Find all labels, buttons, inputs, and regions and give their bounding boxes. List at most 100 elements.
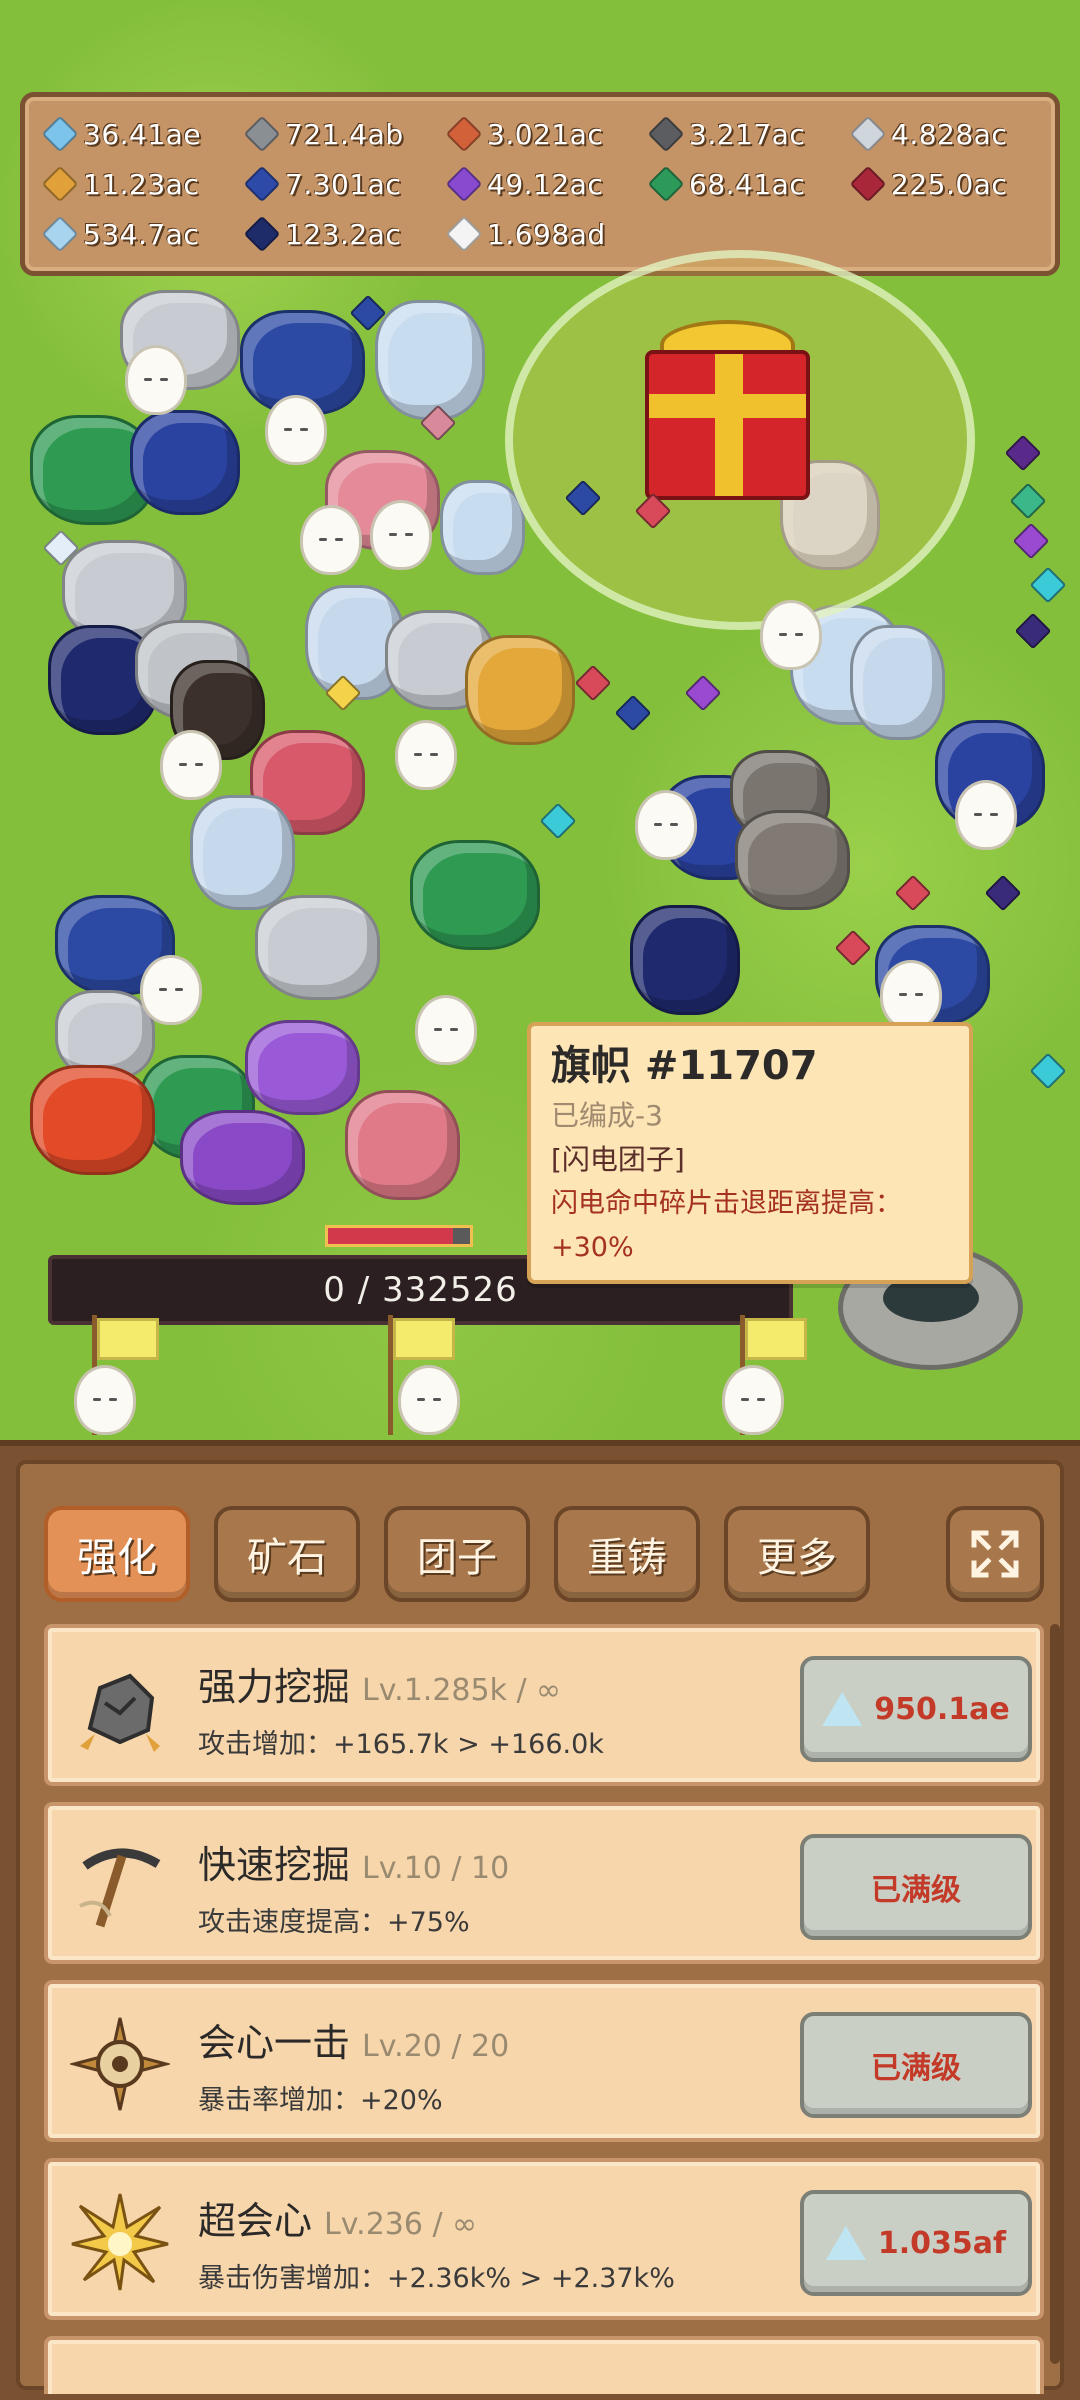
dango-character[interactable] <box>140 955 202 1025</box>
dango-character[interactable] <box>74 1365 136 1435</box>
upgrade-title: 快速挖掘 Lv.10 / 10 <box>198 1834 509 1889</box>
dark-ingot-icon <box>647 115 685 153</box>
tooltip-desc-line2: +30% <box>551 1232 634 1263</box>
upgrade-buy-button[interactable]: 950.1ae <box>800 1656 1032 1762</box>
gold-ore[interactable] <box>465 635 575 745</box>
diamond-ore[interactable] <box>375 300 485 420</box>
resource-amount: 3.021ac <box>487 117 604 151</box>
tooltip-subtitle: 已编成-3 <box>551 1099 663 1132</box>
ore-health-bar <box>325 1225 473 1247</box>
amethyst-ingot-icon <box>445 165 483 203</box>
game-field[interactable]: 36.41ae 721.4ab 3.021ac 3.217ac 4.828ac 11.23… <box>0 0 1080 1440</box>
expand-icon <box>971 1530 1019 1578</box>
tooltip-tag: [闪电团子] <box>551 1143 685 1176</box>
tab-bar: 强化 矿石 团子 重铸 更多 <box>44 1506 870 1606</box>
resource-amount: 7.301ac <box>285 167 402 201</box>
diamond-ingot-icon <box>41 215 79 253</box>
gold-ingot-icon <box>41 165 79 203</box>
diamond-ore[interactable] <box>850 625 945 740</box>
maxed-label: 已满级 <box>871 2051 961 2086</box>
upgrade-list-scrollbar[interactable] <box>1050 1624 1060 2364</box>
dango-character[interactable] <box>880 960 942 1030</box>
navy-ingot-icon <box>243 215 281 253</box>
upgrade-level: Lv.236 / ∞ <box>324 2207 478 2242</box>
upgrade-title: 强力挖掘 Lv.1.285k / ∞ <box>198 1656 561 1711</box>
tab-4[interactable]: 更多 <box>724 1506 870 1602</box>
tooltip-title: 旗帜 #11707 <box>551 1043 818 1089</box>
dango-character[interactable] <box>722 1365 784 1435</box>
resource-amount: 68.41ac <box>689 167 806 201</box>
stone-ore[interactable] <box>735 810 850 910</box>
upgrade-list[interactable]: 强力挖掘 Lv.1.285k / ∞ 攻击增加：+165.7k > +166.0k 9… <box>44 1624 1044 2394</box>
ruby-ingot-icon <box>849 165 887 203</box>
tooltip-description: 闪电命中碎片击退距离提高： +30% <box>551 1182 949 1270</box>
tab-1[interactable]: 矿石 <box>214 1506 360 1602</box>
dango-character[interactable] <box>265 395 327 465</box>
resource-item: 721.4ab <box>243 113 451 155</box>
ore-fragment <box>1014 612 1052 650</box>
resource-amount: 49.12ac <box>487 167 604 201</box>
diamond-ore[interactable] <box>440 480 525 575</box>
fullscreen-button[interactable] <box>946 1506 1044 1602</box>
starburst-icon <box>70 2192 170 2292</box>
upgrade-name: 超会心 <box>198 2199 313 2243</box>
tab-0[interactable]: 强化 <box>44 1506 190 1602</box>
upgrade-maxed-button[interactable]: 已满级 <box>800 1834 1032 1940</box>
ruby-ore[interactable] <box>345 1090 460 1200</box>
resource-item: 11.23ac <box>41 163 249 205</box>
diamond-ore[interactable] <box>190 795 295 910</box>
ore-fragment <box>1009 482 1047 520</box>
sapphire-ore[interactable] <box>130 410 240 515</box>
ore-fragment <box>834 929 872 967</box>
blue-crystal-icon <box>825 2226 866 2260</box>
flag-icon[interactable] <box>745 1318 807 1360</box>
tab-3[interactable]: 重铸 <box>554 1506 700 1602</box>
ore-fragment <box>1012 522 1050 560</box>
upgrade-name: 强力挖掘 <box>198 1665 351 1709</box>
dango-character[interactable] <box>955 780 1017 850</box>
tooltip-desc-line1: 闪电命中碎片击退距离提高： <box>551 1188 902 1219</box>
amethyst-ore[interactable] <box>245 1020 360 1115</box>
dango-character[interactable] <box>415 995 477 1065</box>
iron-ingot-icon <box>243 115 281 153</box>
upgrade-title: 超会心 Lv.236 / ∞ <box>198 2190 477 2245</box>
dango-character[interactable] <box>160 730 222 800</box>
ore-fragment <box>894 874 932 912</box>
dango-character[interactable] <box>635 790 697 860</box>
upgrade-title: 会心一击 Lv.20 / 20 <box>198 2012 509 2067</box>
upgrade-buy-button[interactable]: 1.035af <box>800 2190 1032 2296</box>
upgrade-description: 暴击伤害增加：+2.36k% > +2.37k% <box>198 2263 675 2294</box>
resource-amount: 123.2ac <box>285 217 402 251</box>
upgrade-description: 暴击率增加：+20% <box>198 2085 443 2116</box>
dango-character[interactable] <box>760 600 822 670</box>
upgrade-cost: 1.035af <box>877 2225 1007 2261</box>
silver-ore[interactable] <box>255 895 380 1000</box>
resource-item: 7.301ac <box>243 163 451 205</box>
ore-fragment <box>1029 1052 1067 1090</box>
resource-amount: 1.698ad <box>487 217 606 251</box>
upgrade-card: 超会心 Lv.236 / ∞ 暴击伤害增加：+2.36k% > +2.37k% 1.0… <box>44 2158 1044 2320</box>
flag-icon[interactable] <box>97 1318 159 1360</box>
upgrade-card: 会心一击 Lv.20 / 20 暴击率增加：+20% 已满级 <box>44 1980 1044 2142</box>
resource-item: 3.021ac <box>445 113 653 155</box>
sapphire-ore[interactable] <box>630 905 740 1015</box>
tab-2[interactable]: 团子 <box>384 1506 530 1602</box>
flag-icon[interactable] <box>393 1318 455 1360</box>
dango-character[interactable] <box>398 1365 460 1435</box>
upgrade-maxed-button[interactable]: 已满级 <box>800 2012 1032 2118</box>
resource-amount: 721.4ab <box>285 117 404 151</box>
dango-character[interactable] <box>300 505 362 575</box>
dango-character[interactable] <box>395 720 457 790</box>
blue-crystal-icon <box>822 1692 863 1726</box>
dango-character[interactable] <box>370 500 432 570</box>
resource-amount: 11.23ac <box>83 167 200 201</box>
maxed-label: 已满级 <box>871 1873 961 1908</box>
emerald-ore[interactable] <box>410 840 540 950</box>
lava-ore[interactable] <box>30 1065 155 1175</box>
resource-item: 68.41ac <box>647 163 855 205</box>
ore-fragment <box>539 802 577 840</box>
dango-character[interactable] <box>125 345 187 415</box>
rock-impact-icon <box>70 1658 170 1758</box>
amethyst-ore[interactable] <box>180 1110 305 1205</box>
gift-box[interactable] <box>645 350 810 500</box>
